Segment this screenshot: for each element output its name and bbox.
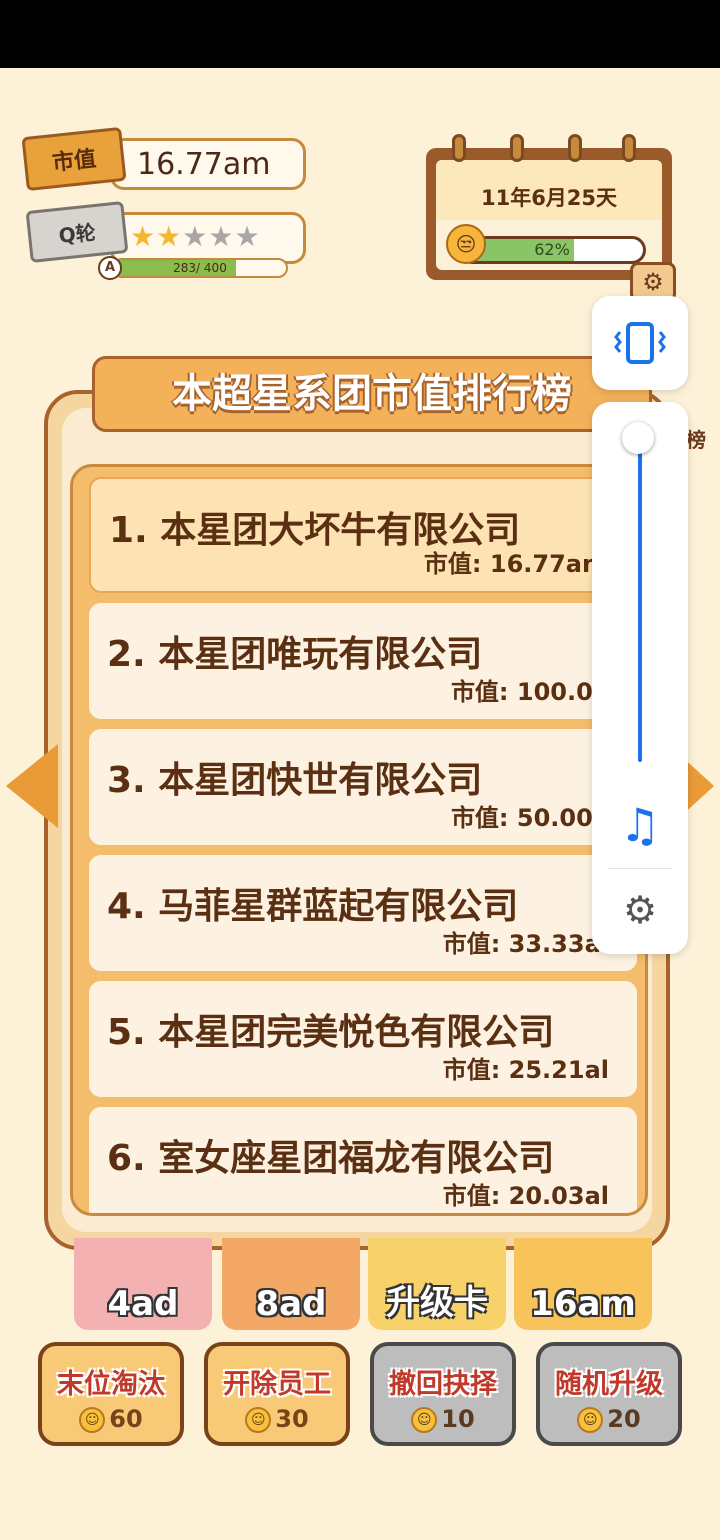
mood-face-icon: 😒 (446, 224, 486, 264)
star-empty-icon: ★ (182, 220, 209, 253)
reward-cards-row: 4ad 8ad 升级卡 16am (74, 1238, 654, 1332)
reward-card[interactable]: 4ad (74, 1238, 212, 1330)
ranking-item[interactable]: 4. 马菲星群蓝起有限公司 市值: 33.33al (89, 855, 637, 971)
market-value-box: 16.77am (110, 138, 306, 190)
calendar-date: 11年6月25天 (480, 186, 618, 210)
ranking-item[interactable]: 1. 本星团大坏牛有限公司 市值: 16.77am (89, 477, 637, 593)
calendar-rings (452, 134, 652, 164)
company-market-value: 市值: 100.0a (450, 678, 609, 706)
side-tab-label[interactable]: 榜 (686, 424, 706, 453)
star-filled-icon: ★ (156, 220, 183, 253)
undo-choice-button[interactable]: 撤回抉择 ☺ 10 (370, 1342, 516, 1446)
fire-employee-button[interactable]: 开除员工 ☺ 30 (204, 1342, 350, 1446)
divider (608, 868, 672, 869)
smile-coin-icon: ☺ (577, 1407, 604, 1433)
xp-progress-bar: 283/ 400 (112, 258, 288, 278)
grade-badge: A (98, 256, 122, 280)
star-filled-icon: ★ (130, 220, 157, 253)
eliminate-last-button[interactable]: 末位淘汰 ☺ 60 (38, 1342, 184, 1446)
smile-coin-icon: ☺ (411, 1407, 438, 1433)
company-market-value: 市值: 33.33al (442, 930, 609, 958)
vibrate-toggle[interactable] (592, 296, 688, 390)
previous-page-arrow-icon[interactable] (6, 744, 58, 828)
star-rating: ★★★★★ (130, 220, 261, 253)
mood-progress-bar: 62% (458, 236, 646, 264)
star-empty-icon: ★ (234, 220, 261, 253)
ranking-list[interactable]: 1. 本星团大坏牛有限公司 市值: 16.77am 2. 本星团唯玩有限公司 市… (70, 464, 648, 1216)
round-tag: Q轮 (25, 201, 129, 263)
company-name: 6. 室女座星团福龙有限公司 (107, 1138, 555, 1179)
xp-progress-text: 283/ 400 (173, 261, 227, 275)
ranking-item[interactable]: 5. 本星团完美悦色有限公司 市值: 25.21al (89, 981, 637, 1097)
vibrate-icon (614, 322, 666, 364)
reward-card[interactable]: 16am (514, 1238, 652, 1330)
mood-percent: 62% (534, 240, 570, 259)
company-name: 5. 本星团完美悦色有限公司 (107, 1012, 555, 1053)
ranking-item[interactable]: 2. 本星团唯玩有限公司 市值: 100.0a (89, 603, 637, 719)
company-market-value: 市值: 25.21al (442, 1056, 609, 1084)
settings-gear-icon[interactable]: ⚙ (616, 888, 664, 932)
reward-card[interactable]: 8ad (222, 1238, 360, 1330)
music-note-icon[interactable]: ♫ (616, 798, 664, 852)
company-name: 3. 本星团快世有限公司 (107, 760, 483, 801)
market-value: 16.77am (137, 147, 271, 182)
smile-coin-icon: ☺ (245, 1407, 272, 1433)
volume-panel: ♫ ⚙ (592, 402, 688, 954)
market-value-tag: 市值 (21, 126, 127, 192)
random-upgrade-button[interactable]: 随机升级 ☺ 20 (536, 1342, 682, 1446)
smile-coin-icon: ☺ (79, 1407, 106, 1433)
company-name: 2. 本星团唯玩有限公司 (107, 634, 483, 675)
reward-card[interactable]: 升级卡 (368, 1238, 506, 1330)
star-empty-icon: ★ (208, 220, 235, 253)
volume-slider-thumb[interactable] (622, 422, 654, 454)
status-bar (0, 0, 720, 68)
volume-slider-track[interactable] (638, 438, 642, 762)
company-market-value: 市值: 50.00a (450, 804, 609, 832)
leaderboard-title: 本超星系团市值排行榜 (92, 356, 652, 432)
ranking-item[interactable]: 3. 本星团快世有限公司 市值: 50.00a (89, 729, 637, 845)
ranking-item[interactable]: 6. 室女座星团福龙有限公司 市值: 20.03al (89, 1107, 637, 1213)
company-name: 4. 马菲星群蓝起有限公司 (107, 886, 519, 927)
company-market-value: 市值: 20.03al (442, 1182, 609, 1210)
company-market-value: 市值: 16.77am (423, 550, 607, 578)
